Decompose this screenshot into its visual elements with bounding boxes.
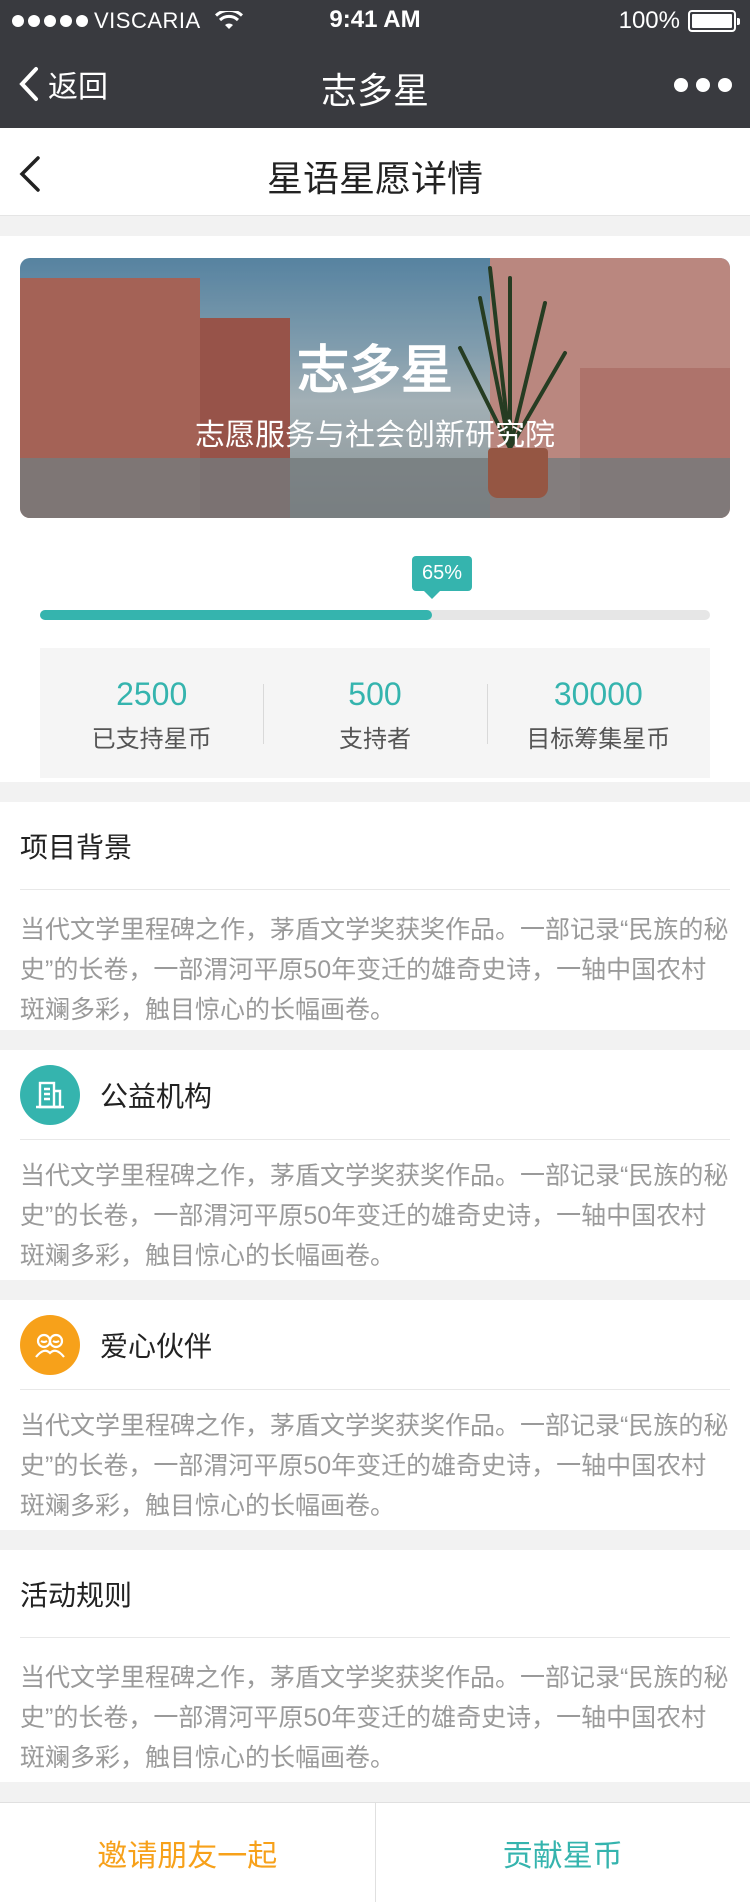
banner-title: 志多星 [296, 342, 453, 400]
section-title: 公益机构 [100, 1080, 213, 1112]
section-partner[interactable]: 爱心伙伴 当代文学里程碑之作，茅盾文学奖获奖作品。一部记录“民族的秘史”的长卷，… [0, 1300, 750, 1530]
section-title: 爱心伙伴 [100, 1330, 213, 1362]
nav-bar: 返回 志多星 [0, 40, 750, 128]
stat-supporters: 500 支持者 [263, 648, 486, 778]
section-background: 项目背景 当代文学里程碑之作，茅盾文学奖获奖作品。一部记录“民族的秘史”的长卷，… [0, 802, 750, 1030]
partners-icon [20, 1314, 80, 1375]
section-rules: 活动规则 当代文学里程碑之作，茅盾文学奖获奖作品。一部记录“民族的秘史”的长卷，… [0, 1550, 750, 1782]
stat-label: 支持者 [338, 726, 411, 753]
status-bar: VISCARIA 9:41 AM 100% [0, 0, 750, 40]
project-summary: 志多星 志愿服务与社会创新研究院 65% 2500 已支持星币 500 支持者 … [0, 236, 750, 782]
invite-friends-button[interactable]: 邀请朋友一起 [0, 1803, 375, 1902]
top-bar: VISCARIA 9:41 AM 100% 返回 志多星 [0, 0, 750, 128]
stat-label: 目标筹集星币 [526, 726, 671, 753]
banner-subtitle: 志愿服务与社会创新研究院 [195, 419, 555, 452]
section-header: 爱心伙伴 [20, 1300, 730, 1390]
stats-panel: 2500 已支持星币 500 支持者 30000 目标筹集星币 [40, 648, 710, 778]
banner: 志多星 志愿服务与社会创新研究院 [20, 258, 730, 518]
section-title: 活动规则 [20, 1550, 730, 1638]
stat-value: 500 [348, 676, 402, 712]
progress-track [40, 610, 710, 620]
bottom-action-bar: 邀请朋友一起 贡献星币 [0, 1802, 750, 1902]
more-button[interactable] [674, 78, 732, 92]
stat-supported-coins: 2500 已支持星币 [40, 648, 263, 778]
battery-icon [688, 10, 740, 32]
progress-label: 65% [411, 556, 473, 599]
page-title: 星语星愿详情 [266, 158, 483, 199]
stat-target-coins: 30000 目标筹集星币 [486, 648, 710, 778]
stat-value: 30000 [553, 676, 643, 712]
battery-percent: 100% [618, 7, 680, 34]
stat-value: 2500 [116, 676, 188, 712]
progress-fill [40, 610, 432, 620]
section-title: 项目背景 [20, 802, 730, 890]
section-body: 当代文学里程碑之作，茅盾文学奖获奖作品。一部记录“民族的秘史”的长卷，一部渭河平… [20, 916, 729, 1024]
section-body: 当代文学里程碑之作，茅盾文学奖获奖作品。一部记录“民族的秘史”的长卷，一部渭河平… [20, 1664, 729, 1772]
building-icon [20, 1064, 80, 1125]
section-body: 当代文学里程碑之作，茅盾文学奖获奖作品。一部记录“民族的秘史”的长卷，一部渭河平… [20, 1162, 729, 1270]
stat-label: 已支持星币 [91, 726, 212, 753]
nav-title: 志多星 [320, 70, 429, 111]
section-body: 当代文学里程碑之作，茅盾文学奖获奖作品。一部记录“民族的秘史”的长卷，一部渭河平… [20, 1412, 729, 1520]
contribute-coins-button[interactable]: 贡献星币 [374, 1803, 750, 1902]
progress: 65% [40, 556, 710, 636]
status-right: 100% [618, 7, 740, 35]
section-organization[interactable]: 公益机构 当代文学里程碑之作，茅盾文学奖获奖作品。一部记录“民族的秘史”的长卷，… [0, 1050, 750, 1280]
page-header: 星语星愿详情 [0, 128, 750, 216]
section-header: 公益机构 [20, 1050, 730, 1140]
